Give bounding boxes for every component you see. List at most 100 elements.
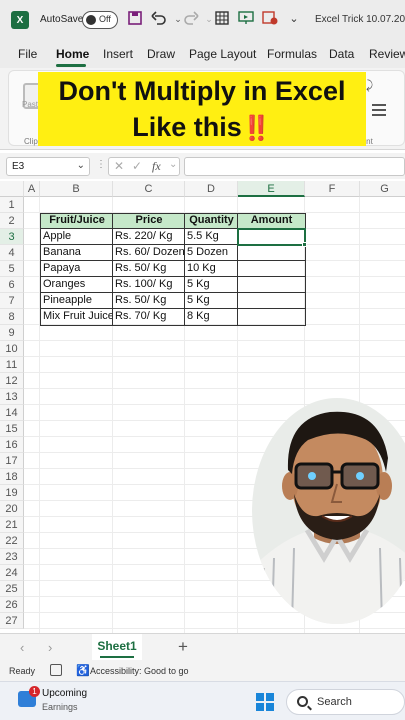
macro-recorder-icon[interactable] [50,664,62,676]
table-divider [184,213,185,326]
add-sheet-icon[interactable]: + [178,637,188,657]
table-row-divider [40,292,306,293]
tab-page-layout[interactable]: Page Layout [189,47,256,61]
row-header-8[interactable]: 8 [0,309,24,325]
sheet-tab-bar: ‹ › Sheet1 + [0,633,405,661]
search-label: Search [317,696,352,708]
table-divider [112,213,113,326]
tab-data[interactable]: Data [329,47,354,61]
autosave-toggle[interactable]: Off [82,11,118,29]
column-header-g[interactable]: G [360,181,405,197]
tab-file[interactable]: File [18,47,37,61]
windows-start-icon[interactable] [256,693,274,711]
status-ready: Ready [9,666,36,676]
share-icon[interactable] [262,11,278,27]
row-header-13[interactable]: 13 [0,389,24,405]
row-header-15[interactable]: 15 [0,421,24,437]
status-bar: Ready ♿ Accessibility: Good to go [0,661,405,681]
enter-icon[interactable]: ✓ [132,159,142,173]
fx-icon[interactable]: fx [152,159,161,174]
customize-icon[interactable]: ⌄ [286,11,302,27]
row-header-26[interactable]: 26 [0,597,24,613]
chevron-right-icon[interactable]: › [48,640,52,655]
select-all-corner[interactable] [0,181,24,197]
sheet-tab-sheet1[interactable]: Sheet1 [92,634,142,660]
taskbar-search[interactable]: Search [286,689,405,715]
row-header-24[interactable]: 24 [0,565,24,581]
row-header-16[interactable]: 16 [0,437,24,453]
row-header-23[interactable]: 23 [0,549,24,565]
row-header-4[interactable]: 4 [0,245,24,261]
grid-row-line [24,372,405,373]
formula-buttons: ✕ ✓ fx ⌄ [108,157,180,176]
accessibility-icon[interactable]: ♿ [76,664,90,677]
active-cell-e3[interactable] [237,228,306,246]
row-header-3[interactable]: 3 [0,229,24,245]
row-header-21[interactable]: 21 [0,517,24,533]
row-header-12[interactable]: 12 [0,373,24,389]
name-box[interactable]: E3 ⌄ [6,157,90,176]
autosave-state: Off [99,14,111,24]
row-header-17[interactable]: 17 [0,453,24,469]
column-header-f[interactable]: F [305,181,360,197]
widget-title[interactable]: Upcoming [42,688,87,699]
save-icon[interactable] [127,11,143,27]
grid-row-line [24,388,405,389]
window-title: Excel Trick 10.07.202 [315,14,405,25]
tab-draw[interactable]: Draw [147,47,175,61]
column-header-c[interactable]: C [113,181,185,197]
tab-home[interactable]: Home [56,47,89,61]
redo-icon[interactable] [183,11,199,27]
windows-taskbar: 1 Upcoming Earnings Search [0,681,405,720]
chevron-left-icon[interactable]: ‹ [20,640,24,655]
search-icon [297,696,308,707]
grid-row-line [24,356,405,357]
cancel-icon[interactable]: ✕ [114,159,124,173]
fill-handle[interactable] [302,242,307,247]
row-header-25[interactable]: 25 [0,581,24,597]
present-icon[interactable] [238,11,254,27]
row-header-19[interactable]: 19 [0,485,24,501]
table-row-divider [40,308,306,309]
tab-formulas[interactable]: Formulas [267,47,317,61]
column-header-b[interactable]: B [40,181,113,197]
row-header-14[interactable]: 14 [0,405,24,421]
formula-input[interactable] [184,157,405,176]
widget-subtitle[interactable]: Earnings [42,702,78,712]
column-header-d[interactable]: D [185,181,238,197]
chevron-down-icon[interactable]: ⌄ [77,160,85,171]
row-header-20[interactable]: 20 [0,501,24,517]
column-header-e[interactable]: E [238,181,305,197]
banner-line-2: Like this‼️ [38,112,366,143]
wrap-text-icon[interactable]: ⤸ [366,78,373,93]
table-row-divider [40,276,306,277]
table-row-divider [40,260,306,261]
align-icon[interactable] [372,104,386,116]
autosave-label: AutoSave [40,14,84,25]
excel-window: X AutoSave Off ⌄ ⌄ ⌄ Excel Trick 10.07.2… [0,0,405,720]
active-tab-indicator [56,64,86,67]
row-header-1[interactable]: 1 [0,197,24,213]
form-icon[interactable] [214,11,230,27]
row-header-2[interactable]: 2 [0,213,24,229]
row-header-22[interactable]: 22 [0,533,24,549]
paste-label: Past [22,100,39,109]
row-header-9[interactable]: 9 [0,325,24,341]
row-header-7[interactable]: 7 [0,293,24,309]
row-header-27[interactable]: 27 [0,613,24,629]
row-header-11[interactable]: 11 [0,357,24,373]
row-header-18[interactable]: 18 [0,469,24,485]
toggle-knob [86,15,96,25]
more-icon[interactable]: ⋮ [96,159,106,170]
row-header-10[interactable]: 10 [0,341,24,357]
undo-icon[interactable] [151,11,167,27]
fx-dropdown-icon[interactable]: ⌄ [169,159,177,170]
row-header-6[interactable]: 6 [0,277,24,293]
row-header-5[interactable]: 5 [0,261,24,277]
accessibility-status[interactable]: Accessibility: Good to go [90,666,189,676]
tab-review[interactable]: Review [369,47,405,61]
presenter-photo [252,398,405,624]
column-header-a[interactable]: A [24,181,40,197]
clipboard-group-label: Clip [24,137,38,146]
tab-insert[interactable]: Insert [103,47,133,61]
